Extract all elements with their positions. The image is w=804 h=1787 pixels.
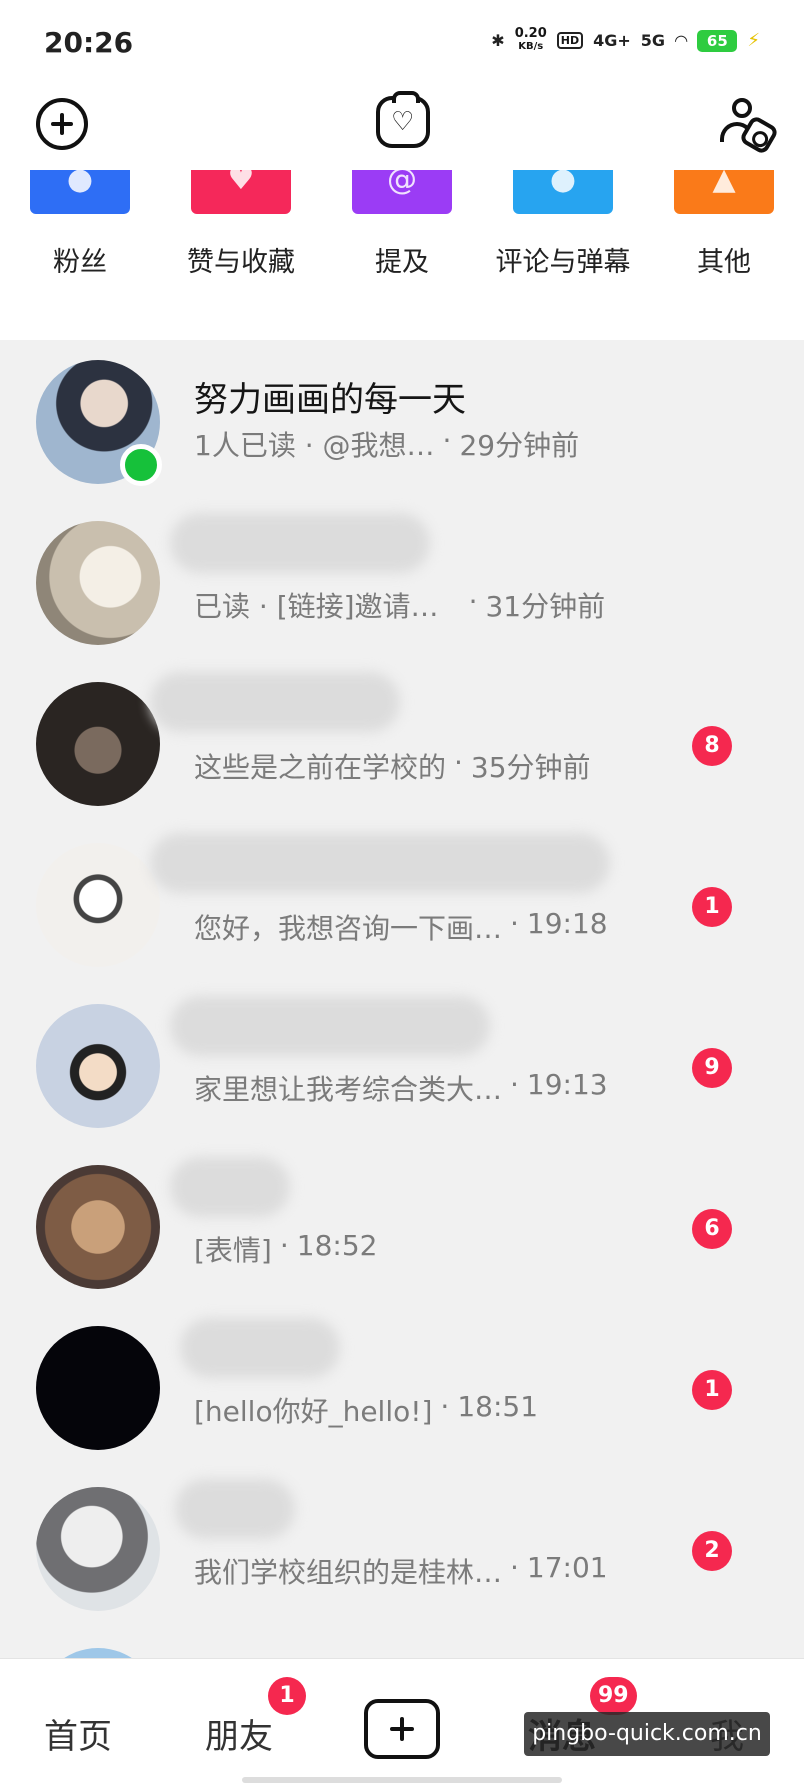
category-label: 粉丝: [53, 247, 107, 278]
avatar: [36, 1487, 160, 1611]
group-settings-icon[interactable]: [714, 98, 780, 156]
bluetooth-icon: ✱: [491, 30, 505, 50]
conversation-row[interactable]: [hello你好_hello!] · 18:51 1: [0, 1306, 804, 1467]
unread-badge: 2: [692, 1531, 732, 1571]
blurred-name: [150, 672, 400, 732]
battery-icon: 65: [697, 29, 738, 52]
hd-icon: HD: [556, 32, 584, 49]
online-status-dot: [120, 444, 162, 486]
conversation-meta: 您好，我想咨询一下画… · 19:18: [194, 907, 608, 945]
conversation-row[interactable]: 努力画画的每一天 1人已读 · @我想… · 29分钟前: [0, 340, 804, 501]
category-fans[interactable]: ● 粉丝: [10, 170, 150, 279]
net-speed-value: 0.20: [514, 26, 547, 41]
top-bar: ♡: [0, 90, 804, 170]
last-message-preview: 我们学校组织的是桂林…: [194, 1556, 503, 1589]
conversation-meta: [hello你好_hello!] · 18:51: [194, 1390, 539, 1428]
heart-icon: ♥: [191, 170, 291, 214]
status-icons: ✱ 0.20 KB/s HD 4G+ 5G ◠ 65 ⚡: [491, 26, 760, 53]
comment-icon: ●: [513, 170, 613, 214]
conversation-list: 努力画画的每一天 1人已读 · @我想… · 29分钟前 已读 · [链接]邀请…: [0, 340, 804, 1658]
watermark: pingbo-quick.com.cn: [524, 1712, 770, 1756]
avatar: [36, 1004, 160, 1128]
last-message-preview: 1人已读 · @我想…: [194, 429, 435, 462]
camera-heart-icon[interactable]: ♡: [376, 91, 430, 148]
message-time: 19:13: [526, 1068, 608, 1101]
avatar: [36, 1165, 160, 1289]
conversation-row[interactable]: 已读 · [链接]邀请… · 31分钟前: [0, 501, 804, 662]
avatar: [36, 843, 160, 967]
blurred-name: [150, 833, 610, 893]
last-message-preview: [表情]: [194, 1234, 272, 1267]
category-label: 赞与收藏: [187, 247, 295, 278]
message-time: 31分钟前: [485, 590, 606, 623]
last-message-preview: 家里想让我考综合类大…: [194, 1073, 503, 1106]
unread-badge: 1: [692, 1370, 732, 1410]
signal-4g-icon: 4G+: [593, 30, 631, 50]
net-speed: 0.20 KB/s: [514, 26, 547, 53]
blurred-name: [175, 1479, 295, 1539]
avatar: [36, 682, 160, 806]
last-message-preview: 您好，我想咨询一下画…: [194, 912, 503, 945]
net-speed-unit: KB/s: [518, 41, 544, 52]
category-comments[interactable]: ● 评论与弹幕: [493, 170, 633, 279]
status-bar: 20:26 ✱ 0.20 KB/s HD 4G+ 5G ◠ 65 ⚡: [0, 0, 804, 90]
unread-badge: 9: [692, 1048, 732, 1088]
bell-icon: ▲: [674, 170, 774, 214]
message-time: 19:18: [526, 907, 608, 940]
at-icon: @: [352, 170, 452, 214]
nav-friends[interactable]: 朋友: [205, 1709, 273, 1758]
charging-icon: ⚡: [747, 30, 760, 51]
conversation-row[interactable]: 这些是之前在学校的 · 35分钟前 8: [0, 662, 804, 823]
message-time: 35分钟前: [470, 751, 591, 784]
messages-badge: 99: [590, 1677, 637, 1715]
conversation-row[interactable]: 我们学校组织的是桂林… · 17:01 2: [0, 1467, 804, 1628]
avatar: [36, 1648, 160, 1658]
conversation-meta: 已读 · [链接]邀请… · 31分钟前: [194, 585, 606, 623]
category-label: 其他: [697, 247, 751, 278]
notification-categories: ● 粉丝 ♥ 赞与收藏 @ 提及 ● 评论与弹幕 ▲ 其他: [0, 170, 804, 340]
conversation-meta: [表情] · 18:52: [194, 1229, 378, 1267]
conversation-row[interactable]: 您好，我想咨询一下画… · 19:18 1: [0, 823, 804, 984]
unread-badge: 6: [692, 1209, 732, 1249]
last-message-preview: 这些是之前在学校的: [194, 751, 447, 784]
message-time: 18:51: [457, 1390, 539, 1423]
conversation-meta: 我们学校组织的是桂林… · 17:01: [194, 1551, 608, 1589]
unread-badge: 1: [692, 887, 732, 927]
category-label: 评论与弹幕: [495, 247, 631, 278]
heart-icon: ♡: [391, 107, 415, 137]
avatar: [36, 521, 160, 645]
conversation-row[interactable]: [表情] · 18:52 6: [0, 1145, 804, 1306]
home-indicator: [242, 1777, 562, 1783]
blurred-name: [170, 996, 490, 1056]
people-icon: ●: [30, 170, 130, 214]
last-message-preview: [hello你好_hello!]: [194, 1395, 433, 1428]
friends-badge: 1: [268, 1677, 306, 1715]
last-message-preview: 已读 · [链接]邀请…: [194, 590, 439, 623]
conversation-meta: 家里想让我考综合类大… · 19:13: [194, 1068, 608, 1106]
blurred-name: [170, 1157, 290, 1217]
conversation-name: 努力画画的每一天: [194, 380, 466, 420]
conversation-meta: 这些是之前在学校的 · 35分钟前: [194, 746, 591, 784]
conversation-row[interactable]: 家里想让我考综合类大… · 19:13 9: [0, 984, 804, 1145]
conversation-meta: 1人已读 · @我想… · 29分钟前: [194, 424, 580, 462]
unread-badge: 8: [692, 726, 732, 766]
add-icon[interactable]: [36, 98, 88, 150]
status-time: 20:26: [44, 26, 134, 59]
category-mentions[interactable]: @ 提及: [332, 170, 472, 279]
conversation-row-partial[interactable]: [0, 1628, 804, 1658]
wifi-icon: ◠: [675, 30, 688, 50]
nav-home[interactable]: 首页: [44, 1709, 112, 1758]
signal-5g-icon: 5G: [640, 30, 666, 50]
create-post-button[interactable]: [364, 1699, 440, 1759]
blurred-name: [180, 1318, 340, 1378]
avatar: [36, 1326, 160, 1450]
message-time: 29分钟前: [459, 429, 580, 462]
message-time: 17:01: [526, 1551, 608, 1584]
category-other[interactable]: ▲ 其他: [654, 170, 794, 279]
category-label: 提及: [375, 247, 429, 278]
blurred-name: [170, 513, 430, 573]
category-likes[interactable]: ♥ 赞与收藏: [171, 170, 311, 279]
message-time: 18:52: [296, 1229, 378, 1262]
